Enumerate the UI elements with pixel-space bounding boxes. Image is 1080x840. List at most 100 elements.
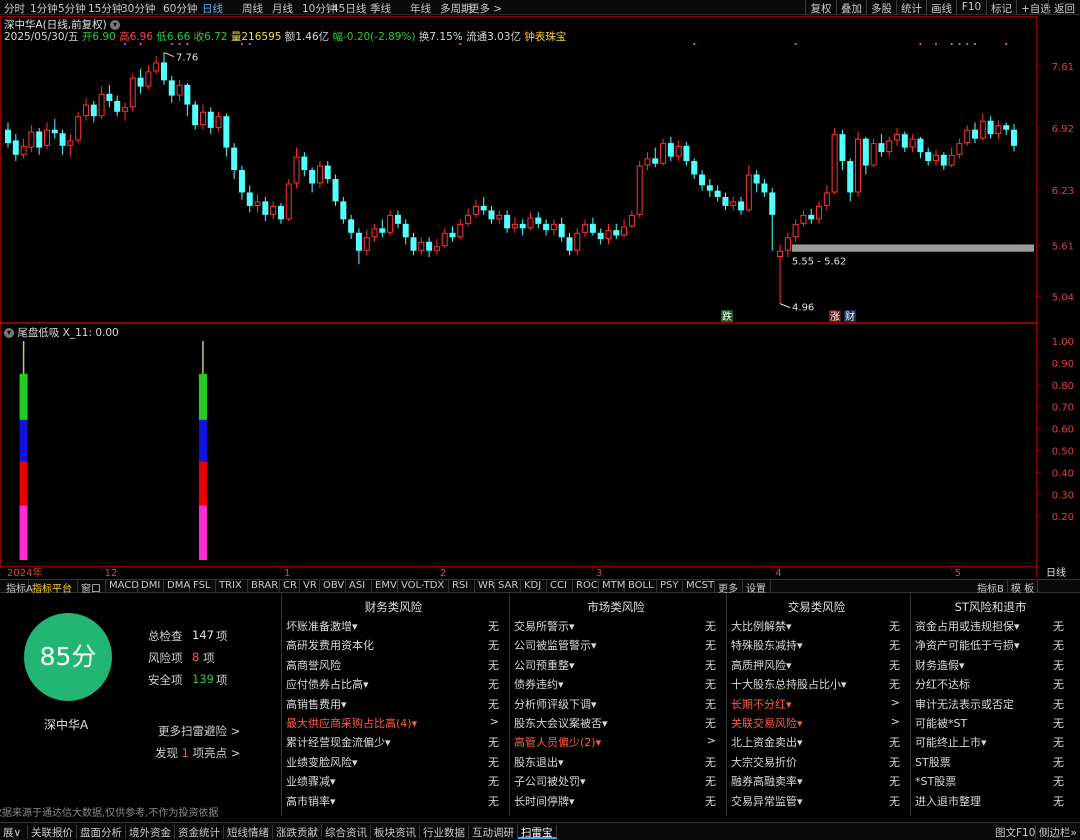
up-marker[interactable]: 涨 [829, 310, 841, 323]
candle[interactable] [215, 111, 222, 132]
candle[interactable] [418, 237, 425, 256]
bottom-tab[interactable]: 扫雷宝 [518, 825, 557, 839]
candle[interactable] [979, 113, 986, 141]
indicator-tab[interactable]: WR [475, 580, 495, 593]
risk-item-label[interactable]: 可能终止上市▾ [915, 734, 987, 750]
indicator-tab[interactable]: 模 板 [1008, 580, 1038, 595]
candle[interactable] [316, 161, 323, 188]
down-marker[interactable]: 跌 [721, 310, 733, 323]
candle[interactable] [496, 210, 503, 224]
candle[interactable] [12, 134, 19, 162]
candle[interactable] [75, 111, 82, 144]
indicator-tab[interactable]: 指标B [974, 580, 1008, 595]
toolbar-button[interactable]: 统计 [896, 0, 926, 15]
candle[interactable] [184, 83, 191, 117]
indicator-tab[interactable]: BOLL [625, 580, 657, 593]
candle[interactable] [379, 219, 386, 238]
period-tab[interactable]: 1分钟 [30, 1, 58, 16]
candle[interactable] [597, 228, 604, 245]
bottom-tab[interactable]: 盘面分析 [77, 825, 126, 839]
indicator-tab[interactable]: FSL [190, 580, 216, 593]
bottom-tab[interactable]: 短线情绪 [224, 825, 273, 839]
period-tab[interactable]: 60分钟 [163, 1, 197, 16]
candle[interactable] [114, 95, 121, 117]
candle[interactable] [106, 84, 113, 108]
indicator-tab[interactable]: RSI [449, 580, 475, 593]
candle[interactable] [769, 187, 776, 251]
risk-item-label[interactable]: 子公司被处罚▾ [514, 773, 586, 789]
risk-item-label[interactable]: 高管人员偏少(2)▾ [514, 734, 601, 750]
period-tab[interactable]: 15分钟 [88, 1, 122, 16]
candle[interactable] [722, 192, 729, 211]
risk-item-label[interactable]: 高研发费用资本化 [286, 637, 374, 653]
candle[interactable] [823, 185, 830, 211]
indicator-tab[interactable]: MACD [106, 580, 139, 593]
risk-item-label[interactable]: *ST股票 [915, 773, 956, 789]
candle[interactable] [309, 167, 316, 193]
candle[interactable] [98, 86, 105, 119]
candle[interactable] [472, 199, 479, 218]
candle[interactable] [714, 185, 721, 202]
candle[interactable] [566, 232, 573, 256]
candle[interactable] [933, 149, 940, 166]
candle[interactable] [901, 131, 908, 153]
candle[interactable] [355, 228, 362, 265]
risk-item-label[interactable]: 交易异常监管▾ [731, 793, 803, 809]
candle[interactable] [5, 122, 11, 148]
risk-item-label[interactable]: 融券高融卖率▾ [731, 773, 803, 789]
candle[interactable] [691, 158, 698, 179]
indicator-tab[interactable]: MTM [599, 580, 625, 593]
bottom-tab[interactable]: 境外资金 [126, 825, 175, 839]
risk-item-label[interactable]: 应付债券占比高▾ [286, 676, 369, 692]
candle[interactable] [940, 152, 947, 171]
bottom-tab[interactable]: 板块资讯 [371, 825, 420, 839]
candle[interactable] [51, 118, 58, 139]
candle[interactable] [628, 210, 635, 229]
risk-item-label[interactable]: 财务造假▾ [915, 657, 965, 673]
more-scan-link[interactable]: 更多扫雷避险 > [158, 723, 240, 739]
candle[interactable] [550, 219, 557, 236]
candle[interactable] [816, 201, 823, 224]
candle[interactable] [160, 52, 167, 85]
candle[interactable] [301, 152, 308, 177]
candle[interactable] [410, 232, 417, 256]
period-tab[interactable]: 月线 [272, 1, 293, 16]
candle[interactable] [972, 122, 979, 144]
candle[interactable] [621, 219, 628, 238]
candle[interactable] [465, 208, 472, 227]
candle[interactable] [67, 134, 74, 157]
candle[interactable] [730, 196, 737, 211]
candle[interactable] [137, 68, 144, 94]
candle[interactable] [894, 127, 901, 146]
candle[interactable] [558, 217, 565, 242]
candle[interactable] [324, 161, 331, 184]
risk-item-label[interactable]: 净资产可能低于亏损▾ [915, 637, 1020, 653]
candle[interactable] [348, 214, 355, 240]
candle[interactable] [660, 138, 667, 166]
risk-item-label[interactable]: 可能被*ST [915, 715, 967, 731]
indicator-tab[interactable]: 指标A [3, 580, 33, 595]
period-tab[interactable]: 季线 [370, 1, 391, 16]
risk-item-label[interactable]: 特殊股东减持▾ [731, 637, 803, 653]
candle[interactable] [675, 140, 682, 162]
candle[interactable] [683, 142, 690, 166]
candle[interactable] [699, 170, 706, 191]
bottom-tab[interactable]: 关联报价 [28, 825, 77, 839]
toolbar-button[interactable]: +自选 [1016, 0, 1051, 15]
candle[interactable] [667, 136, 674, 162]
candle[interactable] [254, 194, 261, 213]
toolbar-button[interactable]: F10 [956, 0, 986, 15]
candle[interactable] [987, 116, 994, 139]
risk-item-label[interactable]: 资金占用或违规担保▾ [915, 618, 1020, 634]
indicator-tab[interactable]: ASI [346, 580, 372, 593]
bottom-tab[interactable]: 行业数据 [420, 825, 469, 839]
candle[interactable] [870, 138, 877, 168]
risk-item-label[interactable]: 业绩变脸风险▾ [286, 754, 358, 770]
candle[interactable] [800, 210, 807, 227]
indicator-tab[interactable]: DMA [164, 580, 190, 593]
risk-item-label[interactable]: ST股票 [915, 754, 951, 770]
candle[interactable] [394, 210, 401, 229]
indicator-tab[interactable]: 更多 [715, 580, 743, 595]
candle[interactable] [605, 223, 612, 245]
candle[interactable] [402, 219, 409, 245]
